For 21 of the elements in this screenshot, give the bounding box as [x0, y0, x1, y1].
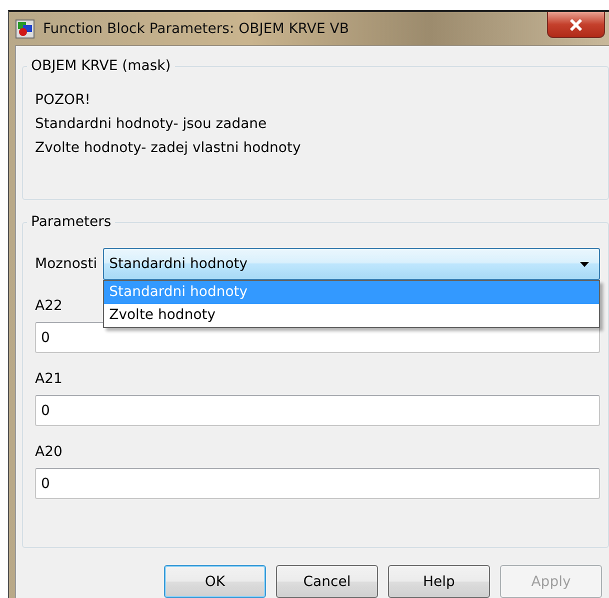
description-text: POZOR! — [35, 91, 92, 110]
close-button[interactable] — [547, 12, 605, 38]
field-label: A21 — [35, 371, 62, 387]
dialog-button[interactable]: OK — [164, 565, 266, 598]
window-title: Function Block Parameters: OBJEM KRVE VB — [43, 20, 349, 36]
parameter-input[interactable]: 0 — [35, 395, 600, 426]
close-icon — [569, 18, 583, 30]
description-text: Zvolte hodnoty- zadej vlastni hodnoty — [35, 139, 302, 158]
options-dropdown[interactable]: Standardni hodnoty — [103, 248, 600, 280]
field-label: A20 — [35, 444, 62, 460]
simulink-block-icon — [15, 18, 35, 38]
description-text: Standardni hodnoty- jsou zadane — [35, 115, 268, 134]
field-label: A22 — [35, 298, 62, 314]
dropdown-option[interactable]: Zvolte hodnoty — [104, 304, 599, 327]
caret-icon — [580, 262, 589, 266]
dialog-button[interactable]: Cancel — [276, 565, 378, 598]
parameter-input[interactable]: 0 — [35, 468, 600, 499]
dropdown-label: Moznosti — [35, 256, 98, 272]
group-title: Parameters — [30, 214, 112, 230]
dialog-button[interactable]: Help — [388, 565, 490, 598]
group-title: OBJEM KRVE (mask) — [30, 58, 172, 74]
